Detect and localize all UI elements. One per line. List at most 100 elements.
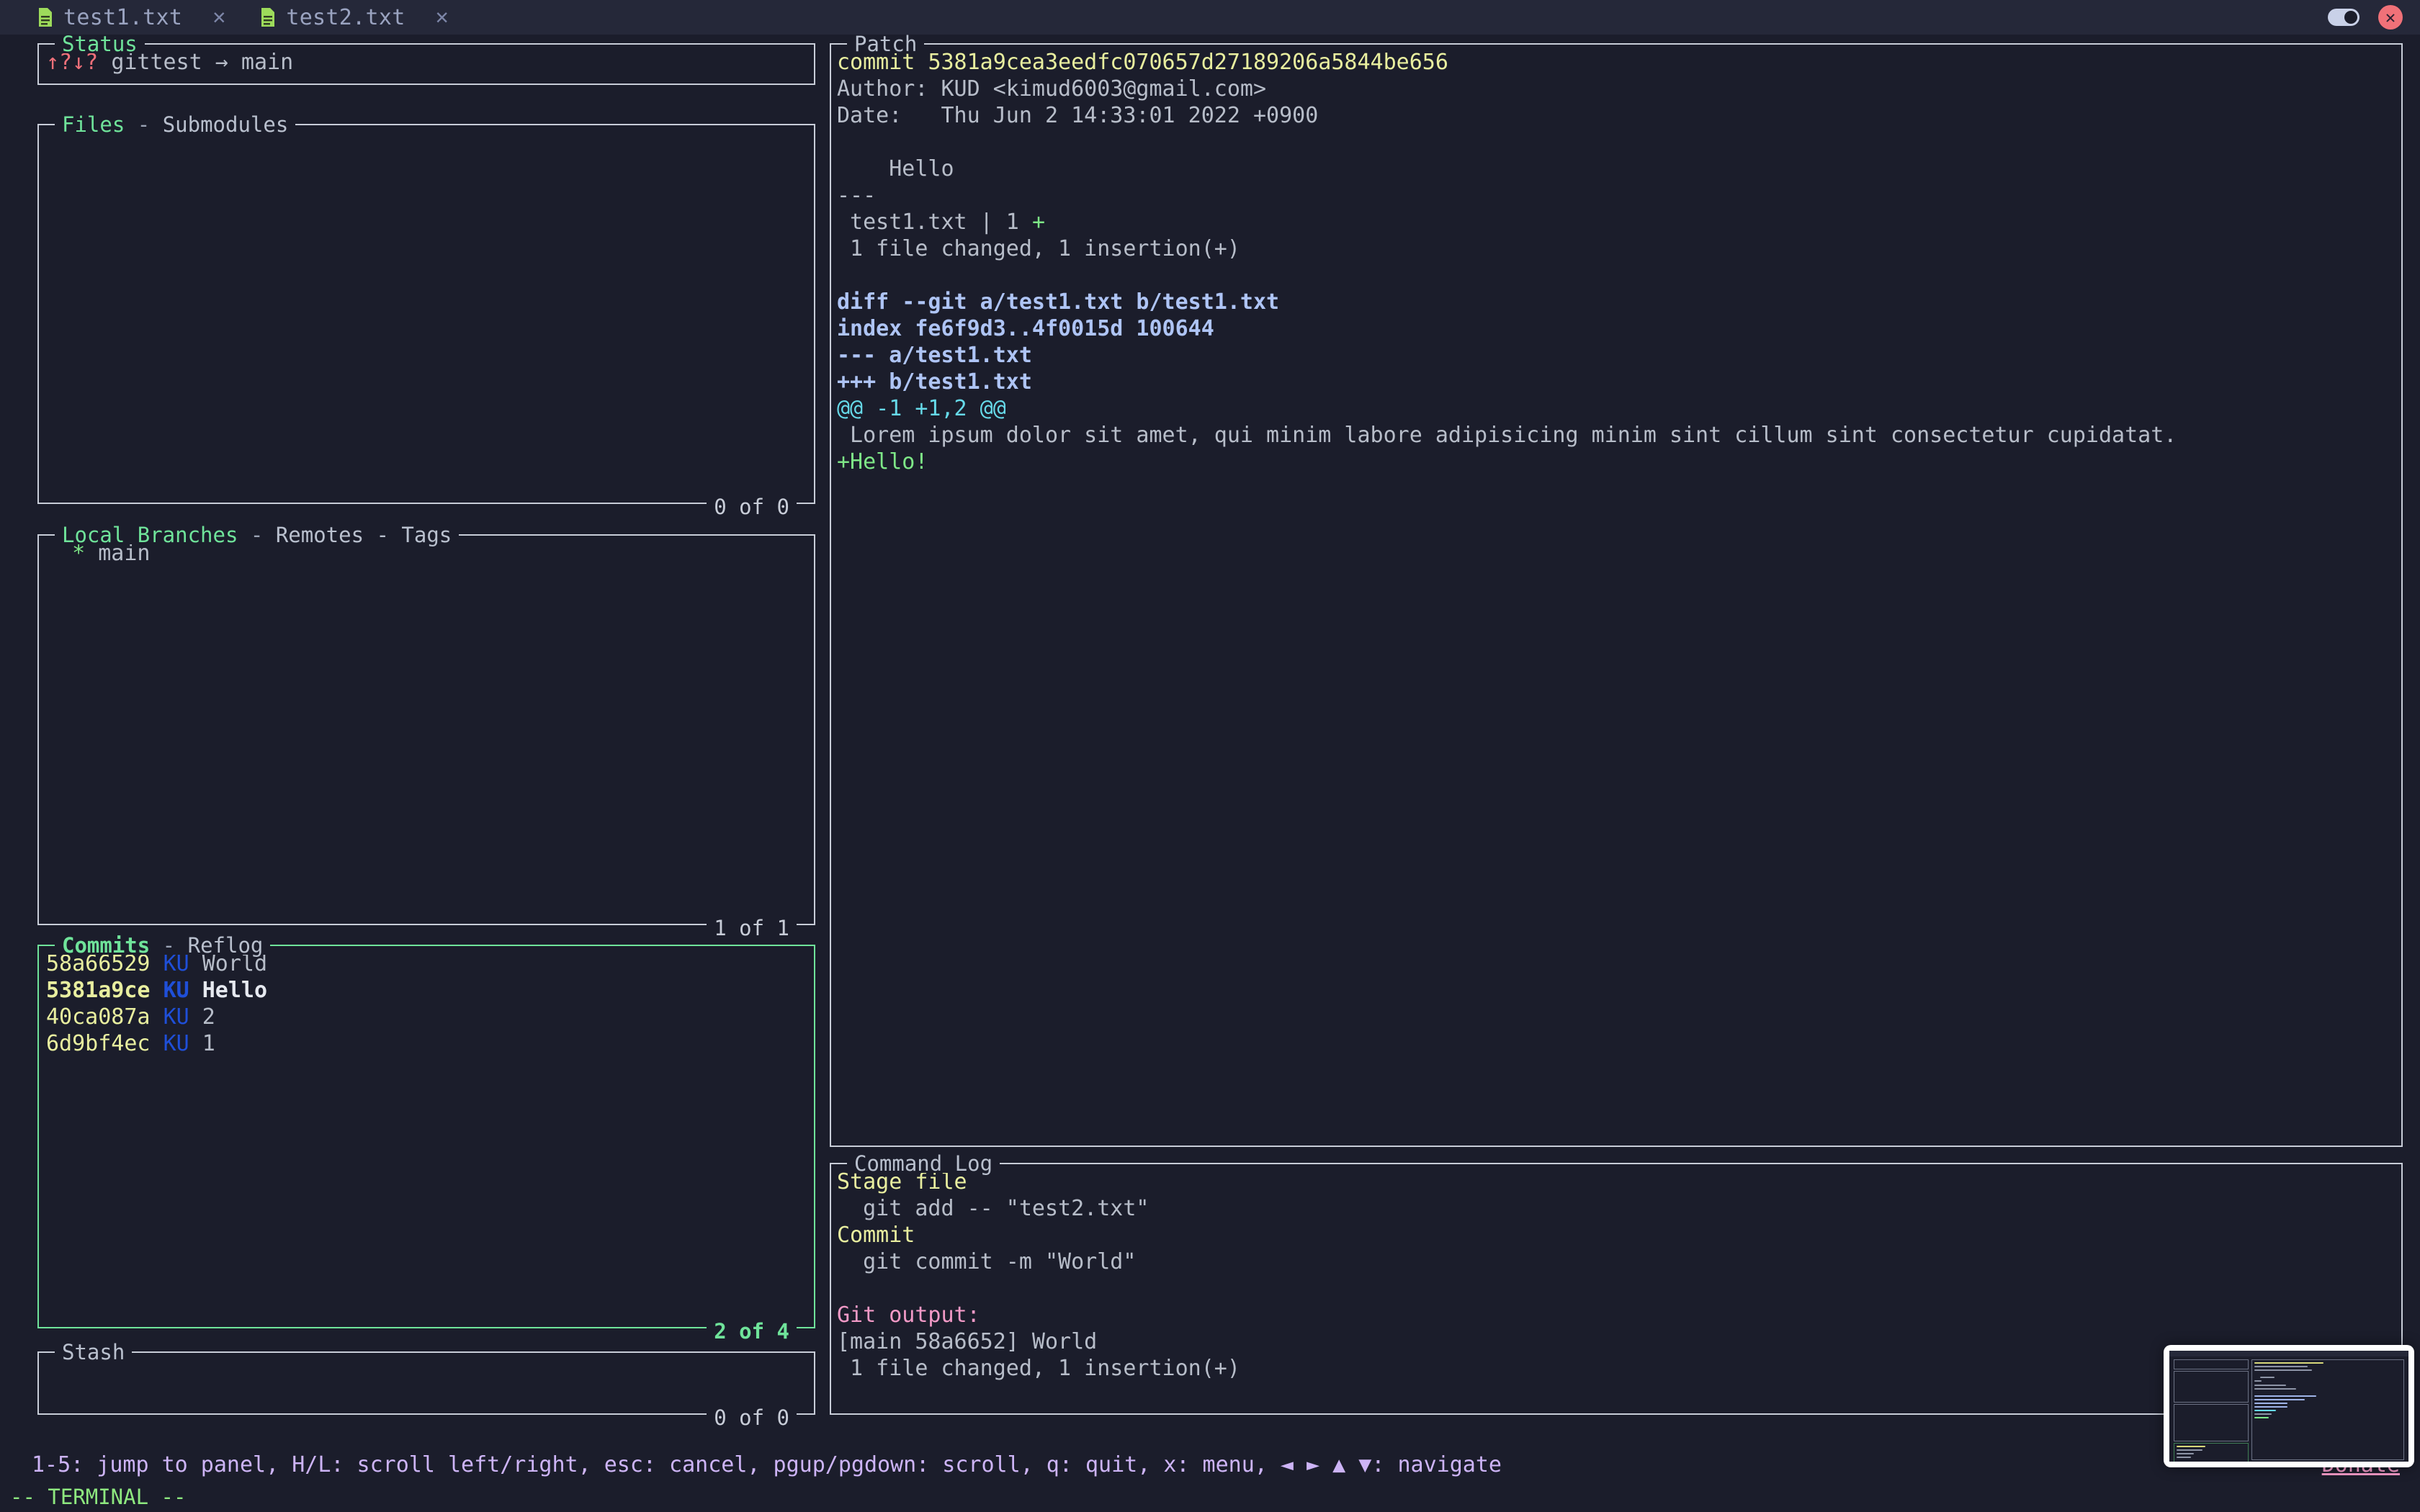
minimap-row xyxy=(2177,1457,2191,1458)
minimap-row xyxy=(2254,1388,2296,1390)
branches-panel[interactable]: Local Branches - Remotes - Tags * main 1… xyxy=(37,526,815,925)
patch-panel[interactable]: Patch commit 5381a9cea3eedfc070657d27189… xyxy=(830,35,2403,1147)
toggle-switch-icon[interactable] xyxy=(2328,9,2360,26)
commit-sha: 40ca087a xyxy=(46,1004,151,1030)
commit-sha: 5381a9ce xyxy=(46,978,151,1003)
commits-panel[interactable]: Commits - Reflog 58a66529 KU World 5381a… xyxy=(37,936,815,1328)
log-entry-label: Commit xyxy=(837,1222,2401,1248)
diff-hunk-header: @@ -1 +1,2 @@ xyxy=(837,395,2401,422)
minimap-status-box xyxy=(2174,1359,2249,1369)
diff-plus-file: +++ b/test1.txt xyxy=(837,369,2401,395)
minimap-inner xyxy=(2169,1351,2408,1462)
diff-index-line: index fe6f9d3..4f0015d 100644 xyxy=(837,315,2401,342)
minimap-row xyxy=(2254,1395,2316,1397)
minimap-tabbar xyxy=(2169,1351,2408,1356)
command-log-panel-title: Command Log xyxy=(847,1154,1000,1173)
terminal-mode-indicator: -- TERMINAL -- xyxy=(10,1485,186,1509)
commit-subject: Hello xyxy=(202,978,267,1003)
patch-date-line: Date: Thu Jun 2 14:33:01 2022 +0900 xyxy=(837,102,2401,129)
status-panel-content: ↑?↓? gittest → main xyxy=(39,45,814,84)
minimap-row xyxy=(2254,1380,2262,1382)
repo-branch: gittest → main xyxy=(111,50,293,75)
terminal-tab-bar: test1.txt ✕ test2.txt ✕ ✕ xyxy=(0,0,2420,35)
log-blank xyxy=(837,1275,2401,1302)
minimap-files-box xyxy=(2174,1371,2249,1403)
commit-subject: 1 xyxy=(202,1031,215,1056)
patch-panel-content: commit 5381a9cea3eedfc070657d27189206a58… xyxy=(831,45,2401,1146)
stat-file-text: test1.txt | 1 xyxy=(837,210,1032,235)
files-panel-title-sep: - xyxy=(125,112,162,137)
commit-author: KU xyxy=(163,978,189,1003)
commit-author: KU xyxy=(163,1031,189,1056)
minimap-row xyxy=(2254,1385,2286,1386)
git-output-label: Git output: xyxy=(837,1302,2401,1328)
diff-context-line: Lorem ipsum dolor sit amet, qui minim la… xyxy=(837,422,2401,449)
minimap-row xyxy=(2254,1399,2305,1400)
minimap-row xyxy=(2254,1417,2269,1418)
keybinding-hints: 1-5: jump to panel, H/L: scroll left/rig… xyxy=(32,1452,1502,1477)
table-row[interactable]: 5381a9ce KU Hello xyxy=(46,977,814,1004)
lazygit-terminal-window: { "window": { "tabs": [ { "label": "test… xyxy=(0,0,2420,1512)
patch-panel-title: Patch xyxy=(847,35,924,53)
minimap-preview-overlay[interactable] xyxy=(2164,1345,2414,1467)
stash-panel-footer: 0 of 0 xyxy=(707,1408,797,1427)
files-panel-footer: 0 of 0 xyxy=(707,498,797,516)
branches-panel-title-alt[interactable]: Remotes - Tags xyxy=(276,523,452,547)
status-line: ↑?↓? gittest → main xyxy=(46,49,814,76)
tab-label: test1.txt xyxy=(63,5,182,30)
window-controls: ✕ xyxy=(2328,0,2420,35)
stash-panel-title-text: Stash xyxy=(62,1340,125,1364)
commits-panel-title-alt[interactable]: Reflog xyxy=(188,933,264,958)
branches-panel-title: Local Branches - Remotes - Tags xyxy=(55,526,459,544)
patch-blank-2 xyxy=(837,262,2401,289)
commits-panel-title-text: Commits xyxy=(62,933,150,958)
close-icon[interactable]: ✕ xyxy=(436,6,449,28)
stash-panel[interactable]: Stash 0 of 0 xyxy=(37,1343,815,1415)
status-panel-title-text: Status xyxy=(62,32,138,56)
branches-panel-content: * main xyxy=(39,536,814,924)
close-window-button[interactable]: ✕ xyxy=(2378,5,2403,30)
minimap-row xyxy=(2177,1449,2202,1451)
commit-sha: 6d9bf4ec xyxy=(46,1031,151,1056)
minimap-row xyxy=(2177,1453,2194,1454)
file-icon xyxy=(37,7,53,27)
commits-panel-content: 58a66529 KU World 5381a9ce KU Hello 40ca… xyxy=(39,946,814,1327)
log-entry-label: Stage file xyxy=(837,1169,2401,1195)
branches-panel-title-text: Local Branches xyxy=(62,523,238,547)
tab-label: test2.txt xyxy=(286,5,405,30)
patch-commit-line: commit 5381a9cea3eedfc070657d27189206a58… xyxy=(837,49,2401,76)
minimap-row xyxy=(2177,1446,2205,1447)
files-panel-title-alt[interactable]: Submodules xyxy=(163,112,289,137)
files-panel-content xyxy=(39,125,814,503)
minimap-row xyxy=(2254,1403,2287,1404)
table-row[interactable]: 6d9bf4ec KU 1 xyxy=(46,1030,814,1057)
tab-test1[interactable]: test1.txt ✕ xyxy=(22,0,244,35)
status-panel[interactable]: Status ↑?↓? gittest → main xyxy=(37,35,815,85)
minimap-branches-box xyxy=(2174,1404,2249,1441)
patch-author-line: Author: KUD <kimud6003@gmail.com> xyxy=(837,76,2401,102)
patch-blank-1 xyxy=(837,129,2401,156)
minimap-row xyxy=(2260,1377,2275,1378)
files-panel[interactable]: Files - Submodules 0 of 0 xyxy=(37,115,815,504)
stat-plus: + xyxy=(1032,210,1045,235)
close-icon[interactable]: ✕ xyxy=(212,6,225,28)
minimap-row xyxy=(2254,1369,2312,1371)
minimap-row xyxy=(2254,1413,2272,1415)
commits-panel-footer: 2 of 4 xyxy=(707,1322,797,1341)
table-row[interactable]: 40ca087a KU 2 xyxy=(46,1004,814,1030)
diff-git-line: diff --git a/test1.txt b/test1.txt xyxy=(837,289,2401,315)
tab-test2[interactable]: test2.txt ✕ xyxy=(244,0,467,35)
commit-full-sha: 5381a9cea3eedfc070657d27189206a5844be656 xyxy=(928,50,1448,75)
minimap-row xyxy=(2254,1410,2276,1411)
minimap-row xyxy=(2254,1366,2308,1367)
commit-author: KU xyxy=(163,1004,189,1030)
patch-stat-summary: 1 file changed, 1 insertion(+) xyxy=(837,235,2401,262)
log-entry-command: git add -- "test2.txt" xyxy=(837,1195,2401,1222)
branches-panel-footer: 1 of 1 xyxy=(707,919,797,937)
stash-panel-content xyxy=(39,1353,814,1413)
log-entry-command: git commit -m "World" xyxy=(837,1248,2401,1275)
minimap-row xyxy=(2254,1406,2287,1408)
status-panel-title: Status xyxy=(55,35,145,53)
branches-panel-title-sep: - xyxy=(238,523,275,547)
patch-panel-title-text: Patch xyxy=(854,32,917,56)
